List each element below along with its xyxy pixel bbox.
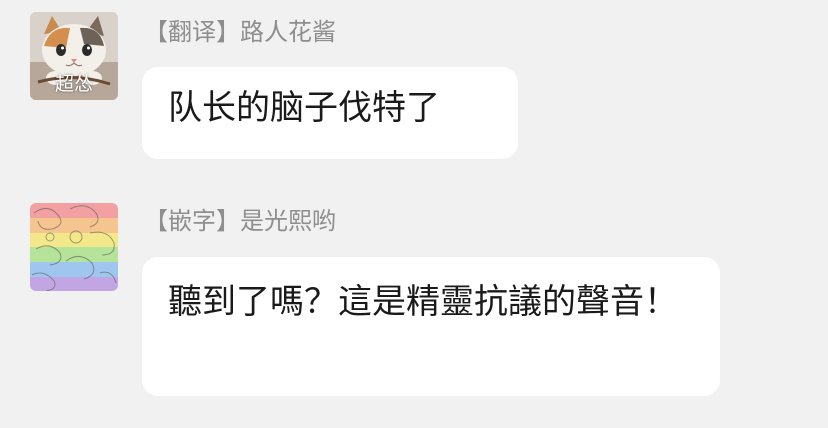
- chat-message: 超怂 【翻译】路人花酱 队长的脑子伐特了: [0, 0, 828, 170]
- sender-name: 【嵌字】是光熙哟: [144, 207, 336, 235]
- avatar[interactable]: 超怂: [30, 12, 118, 100]
- rainbow-floral-pattern-icon: [30, 203, 118, 291]
- message-text: 队长的脑子伐特了: [168, 88, 440, 128]
- chat-message: 【嵌字】是光熙哟 聽到了嗎？這是精靈抗議的聲音！: [0, 190, 828, 420]
- message-bubble[interactable]: 队长的脑子伐特了: [142, 67, 518, 159]
- message-text: 聽到了嗎？這是精靈抗議的聲音！: [168, 282, 678, 322]
- avatar-caption: 超怂: [54, 73, 93, 95]
- avatar[interactable]: [30, 203, 118, 291]
- message-bubble[interactable]: 聽到了嗎？這是精靈抗議的聲音！: [142, 257, 720, 396]
- sender-name: 【翻译】路人花酱: [144, 18, 336, 46]
